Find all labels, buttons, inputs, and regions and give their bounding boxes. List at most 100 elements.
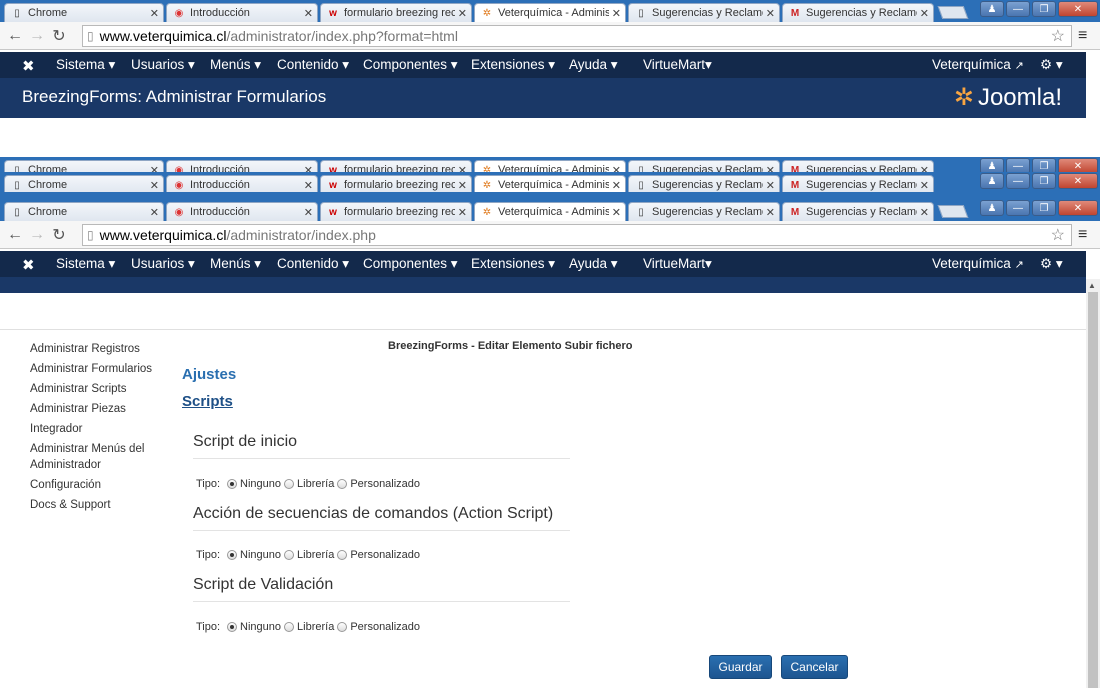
- back-arrow-icon[interactable]: ←: [4, 226, 26, 244]
- tab-scripts[interactable]: Scripts: [182, 393, 233, 410]
- new-tab-button[interactable]: [937, 205, 969, 218]
- url-input[interactable]: ▯ www.veterquimica.cl/administrator/inde…: [82, 24, 1072, 47]
- bookmark-star-icon[interactable]: ☆: [1051, 26, 1065, 46]
- close-icon[interactable]: ✕: [920, 7, 929, 20]
- new-tab-button[interactable]: [937, 6, 969, 19]
- minimize-button[interactable]: —: [1006, 200, 1030, 216]
- site-link[interactable]: Veterquímica ↗: [932, 57, 1024, 72]
- radio-personalizado[interactable]: [337, 622, 348, 632]
- menu-contenido[interactable]: Contenido ▾: [277, 256, 349, 272]
- menu-virtuemart[interactable]: VirtueMart▾: [643, 57, 712, 73]
- menu-sistema[interactable]: Sistema ▾: [56, 57, 115, 73]
- menu-virtuemart[interactable]: VirtueMart▾: [643, 256, 712, 272]
- close-window-button[interactable]: ✕: [1058, 200, 1098, 216]
- external-link-icon: ↗: [1014, 60, 1024, 72]
- close-icon[interactable]: ✕: [458, 7, 467, 20]
- browser-tab[interactable]: M Sugerencias y Reclamos ✕: [782, 3, 934, 22]
- close-icon[interactable]: ✕: [150, 7, 159, 20]
- joomla-icon[interactable]: ✖: [22, 57, 35, 75]
- close-icon[interactable]: ✕: [612, 206, 621, 219]
- menu-extensiones[interactable]: Extensiones ▾: [471, 57, 555, 73]
- forward-arrow-icon[interactable]: →: [26, 226, 48, 244]
- menu-sistema[interactable]: Sistema ▾: [56, 256, 115, 272]
- sidebar-item-configuracion[interactable]: Configuración: [30, 477, 160, 493]
- bookmark-star-icon[interactable]: ☆: [1051, 225, 1065, 245]
- browser-tab[interactable]: ▯ Sugerencias y Reclamos ✕: [628, 3, 780, 22]
- url-input[interactable]: ▯ www.veterquimica.cl/administrator/inde…: [82, 223, 1072, 246]
- page-icon: ▯: [14, 7, 20, 19]
- save-button[interactable]: Guardar: [709, 655, 772, 679]
- browser-tab-active[interactable]: ✲ Veterquímica - Adminis ✕: [474, 202, 626, 221]
- menu-extensiones[interactable]: Extensiones ▾: [471, 256, 555, 272]
- tab-ajustes[interactable]: Ajustes: [182, 366, 236, 383]
- close-icon[interactable]: ✕: [304, 206, 313, 219]
- menu-contenido[interactable]: Contenido ▾: [277, 57, 349, 73]
- radio-ninguno[interactable]: [227, 550, 238, 560]
- gear-icon[interactable]: ⚙ ▾: [1040, 57, 1063, 73]
- user-icon[interactable]: ♟: [980, 1, 1004, 17]
- close-icon[interactable]: ✕: [766, 7, 775, 20]
- close-icon[interactable]: ✕: [150, 206, 159, 219]
- close-icon[interactable]: ✕: [920, 206, 929, 219]
- script-type-action: Tipo: Ninguno Librería Personalizado: [196, 549, 421, 561]
- radio-ninguno[interactable]: [227, 479, 238, 489]
- browser-tab-active[interactable]: ✲ Veterquímica - Adminis ✕: [474, 3, 626, 22]
- admin-menu-bar: ✖ Sistema ▾ Usuarios ▾ Menús ▾ Contenido…: [0, 251, 1086, 277]
- radio-personalizado[interactable]: [337, 550, 348, 560]
- browser-tab[interactable]: ▯ Chrome ✕: [4, 3, 164, 22]
- browser-tab[interactable]: w formulario breezing rec ✕: [320, 3, 472, 22]
- sidebar-item-formularios[interactable]: Administrar Formularios: [30, 361, 160, 377]
- menu-menus[interactable]: Menús ▾: [210, 256, 261, 272]
- radio-personalizado[interactable]: [337, 479, 348, 489]
- page-icon: ▯: [87, 28, 94, 43]
- cancel-button[interactable]: Cancelar: [781, 655, 848, 679]
- page-header: BreezingForms: Administrar Formularios ✲…: [0, 78, 1086, 118]
- scrollbar-thumb[interactable]: [1088, 292, 1098, 688]
- menu-ayuda[interactable]: Ayuda ▾: [569, 256, 618, 272]
- user-icon[interactable]: ♟: [980, 200, 1004, 216]
- reload-icon[interactable]: ↻: [48, 225, 70, 245]
- browser-tab[interactable]: ◉ Introducción ✕: [166, 202, 318, 221]
- gear-icon[interactable]: ⚙ ▾: [1040, 256, 1063, 272]
- sidebar-item-registros[interactable]: Administrar Registros: [30, 341, 160, 357]
- radio-libreria[interactable]: [284, 622, 295, 632]
- browser-tab[interactable]: ◉ Introducción ✕: [166, 3, 318, 22]
- joomla-icon[interactable]: ✖: [22, 256, 35, 274]
- sidebar-item-scripts[interactable]: Administrar Scripts: [30, 381, 160, 397]
- menu-menus[interactable]: Menús ▾: [210, 57, 261, 73]
- browser-tab[interactable]: ▯ Chrome ✕: [4, 202, 164, 221]
- menu-componentes[interactable]: Componentes ▾: [363, 57, 458, 73]
- browser-tabstrip-ghost: ▯ Chrome ✕ ◉ Introducción ✕ w formulario bree…: [0, 172, 1100, 194]
- sidebar-item-piezas[interactable]: Administrar Piezas: [30, 401, 160, 417]
- radio-ninguno[interactable]: [227, 622, 238, 632]
- restore-button[interactable]: ❐: [1032, 200, 1056, 216]
- close-icon[interactable]: ✕: [612, 7, 621, 20]
- close-icon[interactable]: ✕: [766, 206, 775, 219]
- sidebar-item-integrador[interactable]: Integrador: [30, 421, 160, 437]
- gmail-icon: M: [790, 206, 800, 218]
- menu-icon[interactable]: ≡: [1078, 226, 1087, 244]
- radio-libreria[interactable]: [284, 550, 295, 560]
- site-link[interactable]: Veterquímica ↗: [932, 256, 1024, 271]
- radio-libreria[interactable]: [284, 479, 295, 489]
- close-icon[interactable]: ✕: [458, 206, 467, 219]
- sidebar-item-menus-admin[interactable]: Administrar Menús del Administrador: [30, 441, 160, 473]
- menu-ayuda[interactable]: Ayuda ▾: [569, 57, 618, 73]
- menu-componentes[interactable]: Componentes ▾: [363, 256, 458, 272]
- browser-tab[interactable]: M Sugerencias y Reclamos ✕: [782, 202, 934, 221]
- menu-icon[interactable]: ≡: [1078, 27, 1087, 45]
- scroll-up-arrow-icon[interactable]: ▲: [1088, 281, 1096, 290]
- reload-icon[interactable]: ↻: [48, 26, 70, 46]
- restore-button[interactable]: ❐: [1032, 1, 1056, 17]
- close-window-button[interactable]: ✕: [1058, 1, 1098, 17]
- browser-tab[interactable]: w formulario breezing rec ✕: [320, 202, 472, 221]
- menu-usuarios[interactable]: Usuarios ▾: [131, 57, 195, 73]
- chrome-icon: ◉: [174, 206, 184, 218]
- forward-arrow-icon[interactable]: →: [26, 27, 48, 45]
- minimize-button[interactable]: —: [1006, 1, 1030, 17]
- back-arrow-icon[interactable]: ←: [4, 27, 26, 45]
- close-icon[interactable]: ✕: [304, 7, 313, 20]
- browser-tab[interactable]: ▯ Sugerencias y Reclamos ✕: [628, 202, 780, 221]
- menu-usuarios[interactable]: Usuarios ▾: [131, 256, 195, 272]
- sidebar-item-docs-support[interactable]: Docs & Support: [30, 497, 160, 513]
